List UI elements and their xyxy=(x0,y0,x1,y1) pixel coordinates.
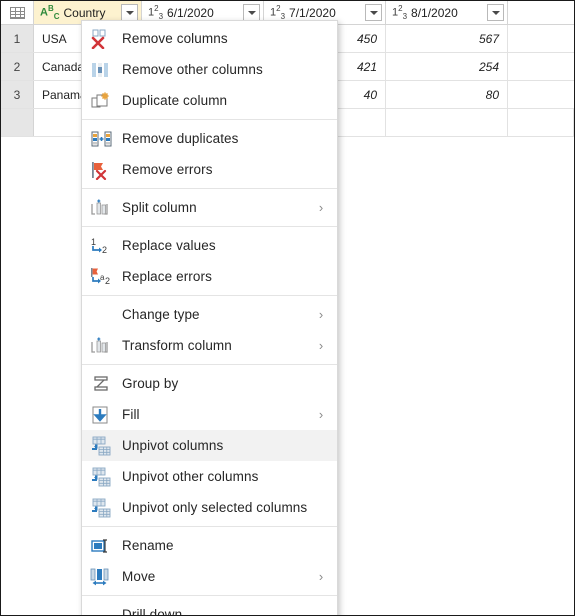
menu-item-split-column[interactable]: Split column › xyxy=(82,192,337,223)
row-number-empty xyxy=(1,109,34,136)
menu-item-fill[interactable]: Fill › xyxy=(82,399,337,430)
power-query-preview-window: ABC Country 123 6/1/2020 123 7/1/2020 12… xyxy=(0,0,575,616)
menu-item-label: Remove other columns xyxy=(122,62,263,77)
no-icon-placeholder xyxy=(90,305,114,325)
menu-item-transform-column[interactable]: Transform column › xyxy=(82,330,337,361)
menu-item-label: Remove errors xyxy=(122,162,213,177)
svg-text:2: 2 xyxy=(102,245,107,255)
move-icon xyxy=(90,567,114,587)
menu-item-duplicate-column[interactable]: Duplicate column xyxy=(82,85,337,116)
column-filter-dropdown-button-7-1-2020[interactable] xyxy=(365,4,382,21)
chevron-right-icon: › xyxy=(318,200,324,215)
menu-item-unpivot-columns[interactable]: Unpivot columns xyxy=(82,430,337,461)
menu-item-remove-other-columns[interactable]: Remove other columns xyxy=(82,54,337,85)
row-filler xyxy=(508,53,574,80)
menu-item-unpivot-only-selected-columns[interactable]: Unpivot only selected columns xyxy=(82,492,337,523)
menu-separator xyxy=(82,188,337,189)
split-column-icon xyxy=(90,198,114,218)
menu-item-label: Change type xyxy=(122,307,200,322)
row-filler xyxy=(508,25,574,52)
no-icon-placeholder xyxy=(90,605,114,616)
menu-separator xyxy=(82,119,337,120)
rename-icon xyxy=(90,536,114,556)
cell-empty xyxy=(386,109,508,136)
number-123-type-icon: 123 xyxy=(392,3,408,21)
menu-item-label: Drill down xyxy=(122,607,183,616)
menu-separator xyxy=(82,364,337,365)
menu-item-label: Group by xyxy=(122,376,179,391)
column-header-8-1-2020[interactable]: 123 8/1/2020 xyxy=(386,1,508,24)
unpivot-selected-columns-icon xyxy=(90,498,114,518)
menu-item-label: Remove duplicates xyxy=(122,131,239,146)
table-select-all-icon xyxy=(9,6,25,19)
select-all-corner-button[interactable] xyxy=(1,1,34,24)
chevron-right-icon: › xyxy=(318,569,324,584)
unpivot-other-columns-icon xyxy=(90,467,114,487)
cell-8-1-2020[interactable]: 80 xyxy=(386,81,508,108)
menu-item-label: Unpivot columns xyxy=(122,438,224,453)
menu-item-label: Remove columns xyxy=(122,31,228,46)
chevron-right-icon: › xyxy=(318,307,324,322)
column-header-label: Country xyxy=(63,5,106,20)
menu-item-label: Replace values xyxy=(122,238,216,253)
menu-item-label: Unpivot only selected columns xyxy=(122,500,308,515)
menu-separator xyxy=(82,526,337,527)
abc-text-type-icon: ABC xyxy=(40,3,60,21)
column-header-label: 7/1/2020 xyxy=(289,5,336,20)
menu-item-label: Rename xyxy=(122,538,174,553)
menu-item-remove-errors[interactable]: Remove errors xyxy=(82,154,337,185)
menu-item-label: Duplicate column xyxy=(122,93,228,108)
chevron-right-icon: › xyxy=(318,338,324,353)
row-number: 2 xyxy=(1,53,34,80)
menu-item-label: Transform column xyxy=(122,338,232,353)
remove-columns-icon xyxy=(90,29,114,49)
row-filler xyxy=(508,109,574,136)
unpivot-columns-icon xyxy=(90,436,114,456)
svg-text:1: 1 xyxy=(91,237,96,247)
replace-values-icon: 1 2 xyxy=(90,236,114,256)
menu-item-change-type[interactable]: Change type › xyxy=(82,299,337,330)
fill-icon xyxy=(90,405,114,425)
menu-item-group-by[interactable]: Group by xyxy=(82,368,337,399)
menu-item-remove-columns[interactable]: Remove columns xyxy=(82,23,337,54)
replace-errors-icon: a 2 xyxy=(90,267,114,287)
menu-item-label: Replace errors xyxy=(122,269,212,284)
transform-column-icon xyxy=(90,336,114,356)
row-filler xyxy=(508,81,574,108)
remove-other-columns-icon xyxy=(90,60,114,80)
menu-item-label: Unpivot other columns xyxy=(122,469,259,484)
menu-separator xyxy=(82,595,337,596)
header-filler xyxy=(508,1,574,24)
menu-item-label: Move xyxy=(122,569,156,584)
row-number: 3 xyxy=(1,81,34,108)
svg-text:2: 2 xyxy=(105,276,110,286)
column-filter-dropdown-button-8-1-2020[interactable] xyxy=(487,4,504,21)
remove-errors-icon xyxy=(90,160,114,180)
menu-item-label: Fill xyxy=(122,407,140,422)
column-header-label: 8/1/2020 xyxy=(411,5,458,20)
column-header-label: 6/1/2020 xyxy=(167,5,214,20)
chevron-right-icon: › xyxy=(318,407,324,422)
group-by-icon xyxy=(90,374,114,394)
menu-item-rename[interactable]: Rename xyxy=(82,530,337,561)
menu-item-unpivot-other-columns[interactable]: Unpivot other columns xyxy=(82,461,337,492)
menu-separator xyxy=(82,295,337,296)
number-123-type-icon: 123 xyxy=(270,3,286,21)
menu-item-drill-down[interactable]: Drill down xyxy=(82,599,337,616)
number-123-type-icon: 123 xyxy=(148,3,164,21)
menu-item-replace-values[interactable]: 1 2 Replace values xyxy=(82,230,337,261)
menu-item-label: Split column xyxy=(122,200,197,215)
column-context-menu: Remove columns Remove other columns Dupl… xyxy=(81,20,338,616)
menu-item-remove-duplicates[interactable]: Remove duplicates xyxy=(82,123,337,154)
row-number: 1 xyxy=(1,25,34,52)
column-filter-dropdown-button-6-1-2020[interactable] xyxy=(243,4,260,21)
duplicate-column-icon xyxy=(90,91,114,111)
menu-item-replace-errors[interactable]: a 2 Replace errors xyxy=(82,261,337,292)
column-filter-dropdown-button-country[interactable] xyxy=(121,4,138,21)
menu-item-move[interactable]: Move › xyxy=(82,561,337,592)
cell-8-1-2020[interactable]: 254 xyxy=(386,53,508,80)
cell-8-1-2020[interactable]: 567 xyxy=(386,25,508,52)
remove-duplicates-icon xyxy=(90,129,114,149)
menu-separator xyxy=(82,226,337,227)
